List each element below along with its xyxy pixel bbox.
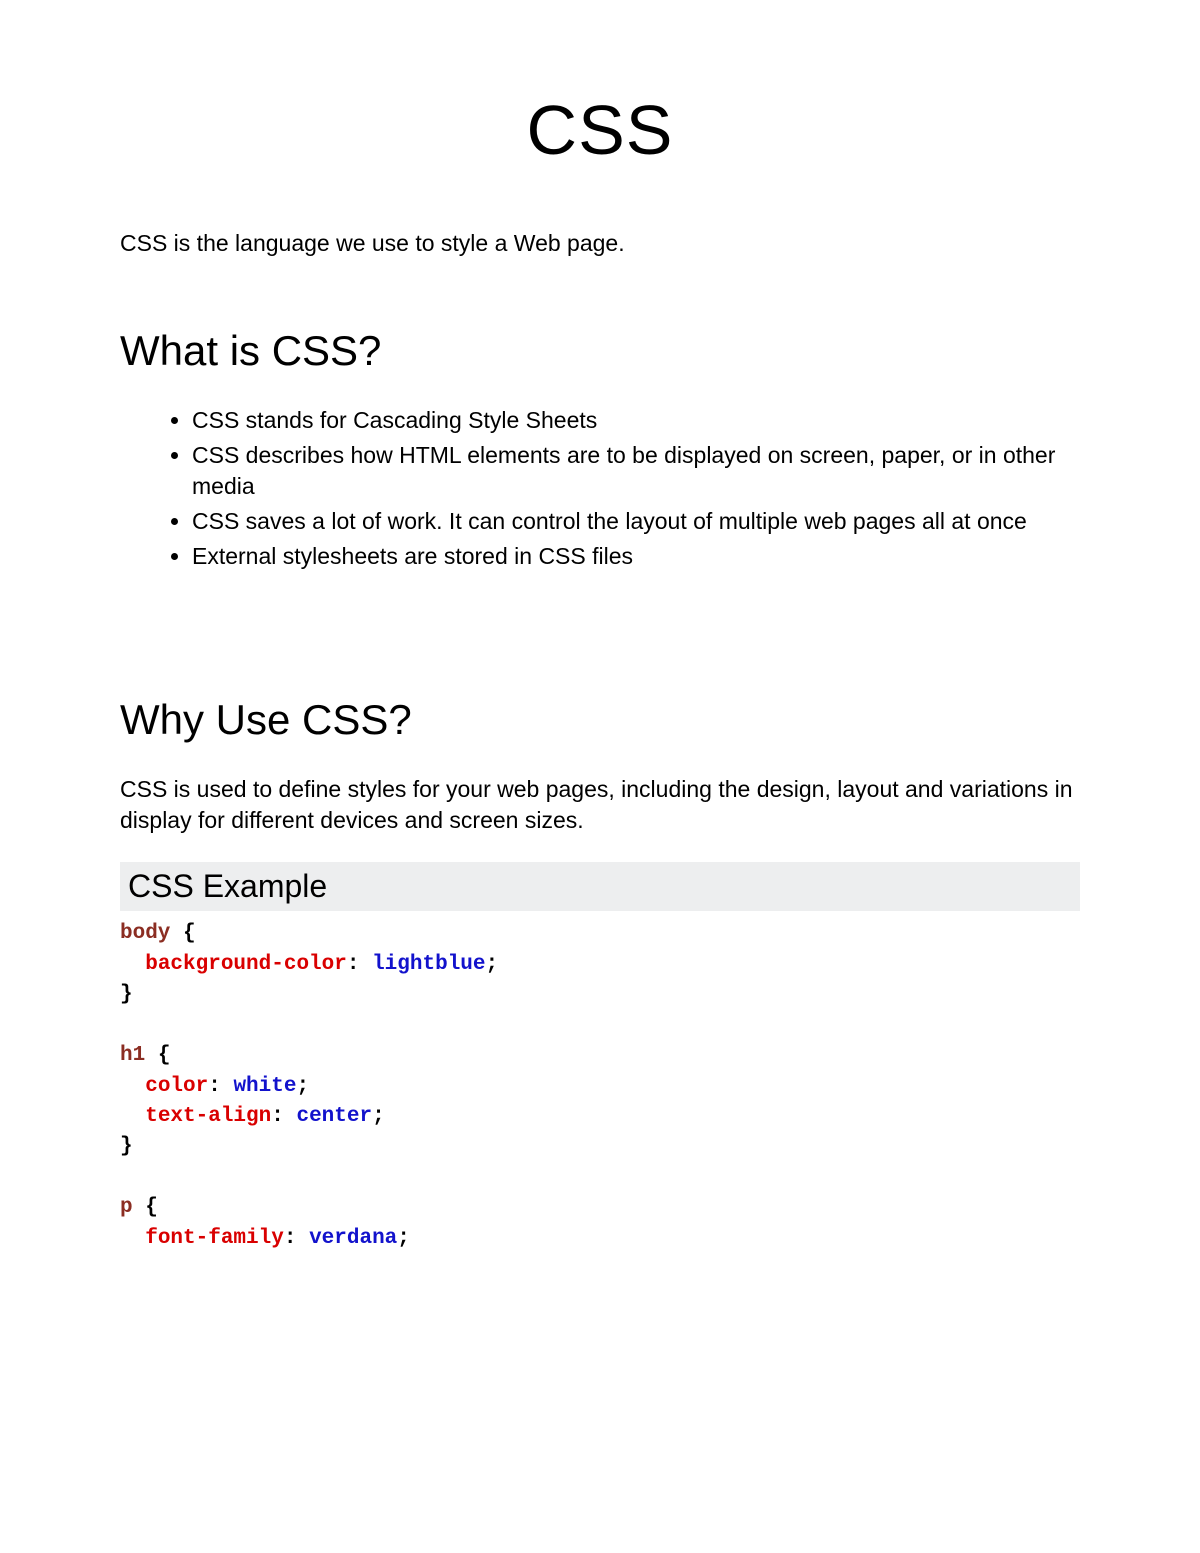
page-title: CSS (120, 90, 1080, 170)
why-use-css-heading: Why Use CSS? (120, 696, 1080, 744)
what-is-css-heading: What is CSS? (120, 327, 1080, 375)
list-item: CSS saves a lot of work. It can control … (192, 506, 1080, 537)
why-use-css-paragraph: CSS is used to define styles for your we… (120, 774, 1080, 836)
list-item: CSS stands for Cascading Style Sheets (192, 405, 1080, 436)
intro-paragraph: CSS is the language we use to style a We… (120, 230, 1080, 257)
what-is-css-bullets: CSS stands for Cascading Style Sheets CS… (120, 405, 1080, 572)
list-item: CSS describes how HTML elements are to b… (192, 440, 1080, 502)
list-item: External stylesheets are stored in CSS f… (192, 541, 1080, 572)
css-example-heading: CSS Example (120, 862, 1080, 911)
css-example-code: body { background-color: lightblue; } h1… (120, 919, 1080, 1254)
